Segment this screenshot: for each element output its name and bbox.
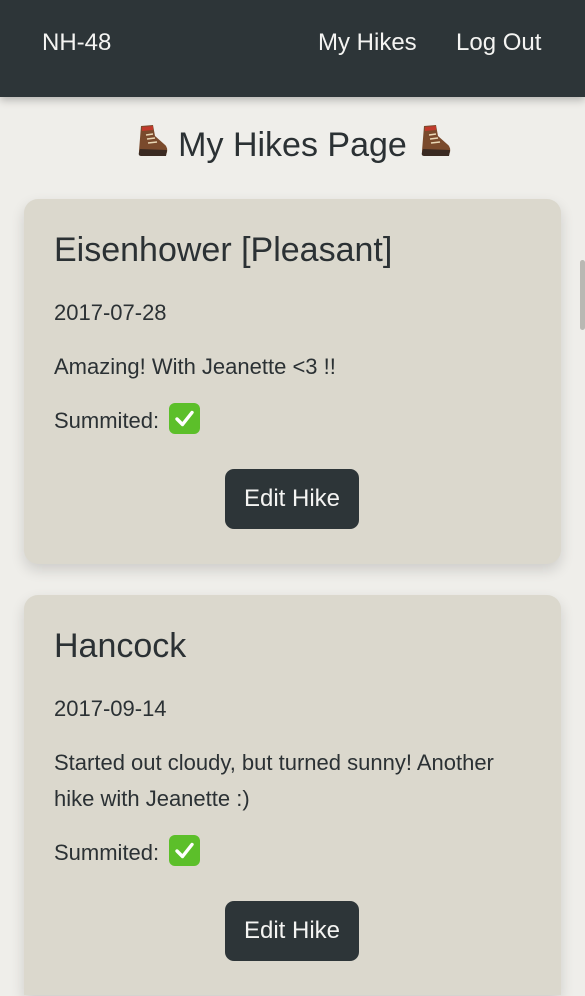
hike-date: 2017-09-14 xyxy=(54,696,167,721)
hike-notes: Started out cloudy, but turned sunny! An… xyxy=(54,750,494,811)
check-mark-icon xyxy=(169,835,201,866)
hike-name: Eisenhower [Pleasant] xyxy=(54,231,393,269)
hike-summited: Summited: xyxy=(54,835,201,871)
summited-label: Summited: xyxy=(54,408,160,433)
scrollbar-thumb[interactable] xyxy=(580,260,585,330)
hike-card: Eisenhower [Pleasant] 2017-07-28 Amazing… xyxy=(24,199,561,564)
page-title-row: My Hikes Page xyxy=(0,122,585,165)
hike-card: Hancock 2017-09-14 Started out cloudy, b… xyxy=(24,595,561,995)
hiking-boot-icon xyxy=(133,122,169,160)
nav-log-out-link[interactable]: Log Out xyxy=(456,29,541,57)
summited-label: Summited: xyxy=(54,840,160,865)
brand-link[interactable]: NH-48 xyxy=(42,29,111,57)
hike-notes: Amazing! With Jeanette <3 !! xyxy=(54,354,336,379)
edit-hike-button[interactable]: Edit Hike xyxy=(225,901,359,961)
nav-my-hikes-link[interactable]: My Hikes xyxy=(318,29,417,57)
page-title: My Hikes Page xyxy=(178,126,407,164)
edit-hike-button[interactable]: Edit Hike xyxy=(225,469,359,529)
navbar: NH-48 My Hikes Log Out xyxy=(0,0,585,97)
hiking-boot-icon xyxy=(416,122,452,160)
hike-summited: Summited: xyxy=(54,403,201,439)
hike-name: Hancock xyxy=(54,627,187,665)
check-mark-icon xyxy=(169,403,201,434)
hike-date: 2017-07-28 xyxy=(54,300,167,325)
